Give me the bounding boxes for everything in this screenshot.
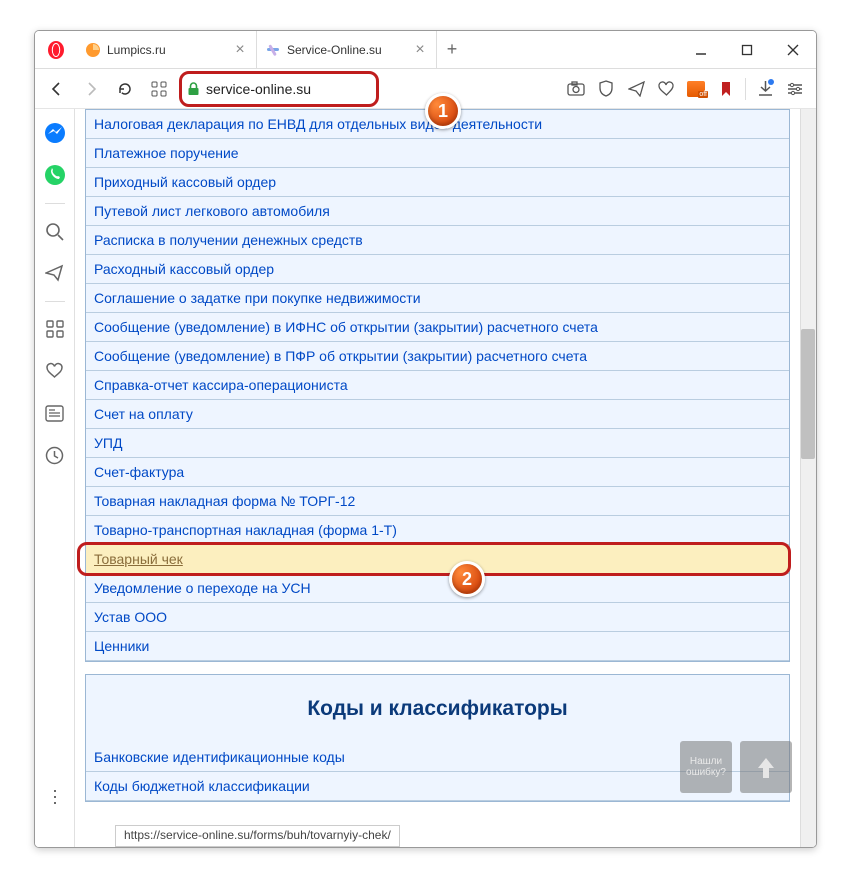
- opera-menu-button[interactable]: [35, 31, 77, 68]
- document-link[interactable]: Платежное поручение: [94, 145, 239, 161]
- document-link[interactable]: Путевой лист легкового автомобиля: [94, 203, 330, 219]
- notification-dot-icon: [768, 79, 774, 85]
- document-row[interactable]: Счет-фактура: [86, 458, 789, 487]
- tab-title: Service-Online.su: [287, 43, 406, 57]
- document-row[interactable]: Соглашение о задатке при покупке недвижи…: [86, 284, 789, 313]
- document-link[interactable]: УПД: [94, 435, 122, 451]
- sidebar-bookmarks[interactable]: [35, 351, 75, 391]
- document-link[interactable]: Приходный кассовый ордер: [94, 174, 276, 190]
- page-content: Налоговая декларация по ЕНВД для отдельн…: [75, 109, 816, 847]
- snapshot-button[interactable]: [563, 75, 589, 103]
- annotation-badge-2: 2: [449, 561, 485, 597]
- extension-bookmark-button[interactable]: [713, 75, 739, 103]
- report-error-button[interactable]: Нашли ошибку?: [680, 741, 732, 793]
- maximize-button[interactable]: [724, 31, 770, 68]
- section-title: Коды и классификаторы: [86, 675, 789, 743]
- document-link[interactable]: Ценники: [94, 638, 149, 654]
- document-link[interactable]: Сообщение (уведомление) в ИФНС об открыт…: [94, 319, 598, 335]
- document-link[interactable]: Справка-отчет кассира-операциониста: [94, 377, 348, 393]
- document-link[interactable]: Счет на оплату: [94, 406, 193, 422]
- document-row[interactable]: Товарный чек: [86, 545, 789, 574]
- document-row[interactable]: Путевой лист легкового автомобиля: [86, 197, 789, 226]
- document-link[interactable]: Уведомление о переходе на УСН: [94, 580, 311, 596]
- code-link[interactable]: Коды бюджетной классификации: [94, 778, 310, 794]
- browser-body: ⋯ Налоговая декларация по ЕНВД для отдел…: [35, 109, 816, 847]
- documents-panel: Налоговая декларация по ЕНВД для отдельн…: [85, 109, 790, 662]
- scroll-top-button[interactable]: [740, 741, 792, 793]
- tab-lumpics[interactable]: Lumpics.ru ×: [77, 31, 257, 68]
- document-row[interactable]: УПД: [86, 429, 789, 458]
- annotation-badge-1: 1: [425, 93, 461, 129]
- window-scrollbar-track[interactable]: [800, 109, 816, 847]
- url-field[interactable]: service-online.su: [179, 74, 557, 104]
- document-row[interactable]: Справка-отчет кассира-операциониста: [86, 371, 789, 400]
- document-row[interactable]: Платежное поручение: [86, 139, 789, 168]
- sidebar-messenger[interactable]: [35, 113, 75, 153]
- document-link[interactable]: Сообщение (уведомление) в ПФР об открыти…: [94, 348, 587, 364]
- document-row[interactable]: Счет на оплату: [86, 400, 789, 429]
- sidebar-history[interactable]: [35, 435, 75, 475]
- floating-buttons: Нашли ошибку?: [680, 741, 792, 793]
- new-tab-button[interactable]: +: [437, 31, 467, 68]
- extension-off-button[interactable]: [683, 75, 709, 103]
- sidebar-flow[interactable]: [35, 253, 75, 293]
- tab-close-icon[interactable]: ×: [232, 41, 248, 59]
- easy-setup-button[interactable]: [782, 75, 808, 103]
- document-row[interactable]: Товарная накладная форма № ТОРГ-12: [86, 487, 789, 516]
- tab-close-icon[interactable]: ×: [412, 41, 428, 59]
- sidebar-speed-dial[interactable]: [35, 309, 75, 349]
- document-link[interactable]: Товарная накладная форма № ТОРГ-12: [94, 493, 355, 509]
- code-link[interactable]: Банковские идентификационные коды: [94, 749, 345, 765]
- back-button[interactable]: [43, 75, 71, 103]
- document-link[interactable]: Расходный кассовый ордер: [94, 261, 274, 277]
- document-link[interactable]: Товарный чек: [94, 551, 183, 567]
- browser-window: Lumpics.ru × Service-Online.su × + ser: [34, 30, 817, 848]
- document-link[interactable]: Устав ООО: [94, 609, 167, 625]
- speed-dial-button[interactable]: [145, 75, 173, 103]
- document-row[interactable]: Товарно-транспортная накладная (форма 1-…: [86, 516, 789, 545]
- document-row[interactable]: Устав ООО: [86, 603, 789, 632]
- favicon-service-online: [265, 42, 281, 58]
- ext-off-icon: [687, 81, 705, 97]
- document-row[interactable]: Расписка в получении денежных средств: [86, 226, 789, 255]
- document-link[interactable]: Товарно-транспортная накладная (форма 1-…: [94, 522, 397, 538]
- sidebar-search[interactable]: [35, 211, 75, 251]
- document-link[interactable]: Расписка в получении денежных средств: [94, 232, 363, 248]
- close-window-button[interactable]: [770, 31, 816, 68]
- sidebar-more[interactable]: ⋯: [35, 777, 75, 817]
- sidebar-news[interactable]: [35, 393, 75, 433]
- annotation-highlight-2: [77, 542, 791, 576]
- favicon-lumpics: [85, 42, 101, 58]
- document-row[interactable]: Сообщение (уведомление) в ИФНС об открыт…: [86, 313, 789, 342]
- lock-icon: [187, 82, 200, 96]
- document-row[interactable]: Уведомление о переходе на УСН: [86, 574, 789, 603]
- document-row[interactable]: Расходный кассовый ордер: [86, 255, 789, 284]
- tab-service-online[interactable]: Service-Online.su ×: [257, 31, 437, 68]
- heart-button[interactable]: [653, 75, 679, 103]
- reload-button[interactable]: [111, 75, 139, 103]
- titlebar: Lumpics.ru × Service-Online.su × +: [35, 31, 816, 69]
- document-row[interactable]: Сообщение (уведомление) в ПФР об открыти…: [86, 342, 789, 371]
- sidebar: ⋯: [35, 109, 75, 847]
- document-link[interactable]: Налоговая декларация по ЕНВД для отдельн…: [94, 116, 542, 132]
- window-scrollbar-thumb[interactable]: [801, 329, 815, 459]
- sidebar-whatsapp[interactable]: [35, 155, 75, 195]
- document-link[interactable]: Счет-фактура: [94, 464, 184, 480]
- downloads-button[interactable]: [752, 75, 778, 103]
- document-row[interactable]: Приходный кассовый ордер: [86, 168, 789, 197]
- document-row[interactable]: Ценники: [86, 632, 789, 661]
- minimize-button[interactable]: [678, 31, 724, 68]
- send-button[interactable]: [623, 75, 649, 103]
- url-text: service-online.su: [206, 81, 311, 97]
- forward-button[interactable]: [77, 75, 105, 103]
- tab-title: Lumpics.ru: [107, 43, 226, 57]
- page-scroll-area[interactable]: Налоговая декларация по ЕНВД для отдельн…: [75, 109, 800, 847]
- window-controls: [678, 31, 816, 68]
- toolbar-right: [563, 75, 808, 103]
- document-link[interactable]: Соглашение о задатке при покупке недвижи…: [94, 290, 421, 306]
- status-bar: https://service-online.su/forms/buh/tova…: [115, 825, 400, 847]
- adblock-button[interactable]: [593, 75, 619, 103]
